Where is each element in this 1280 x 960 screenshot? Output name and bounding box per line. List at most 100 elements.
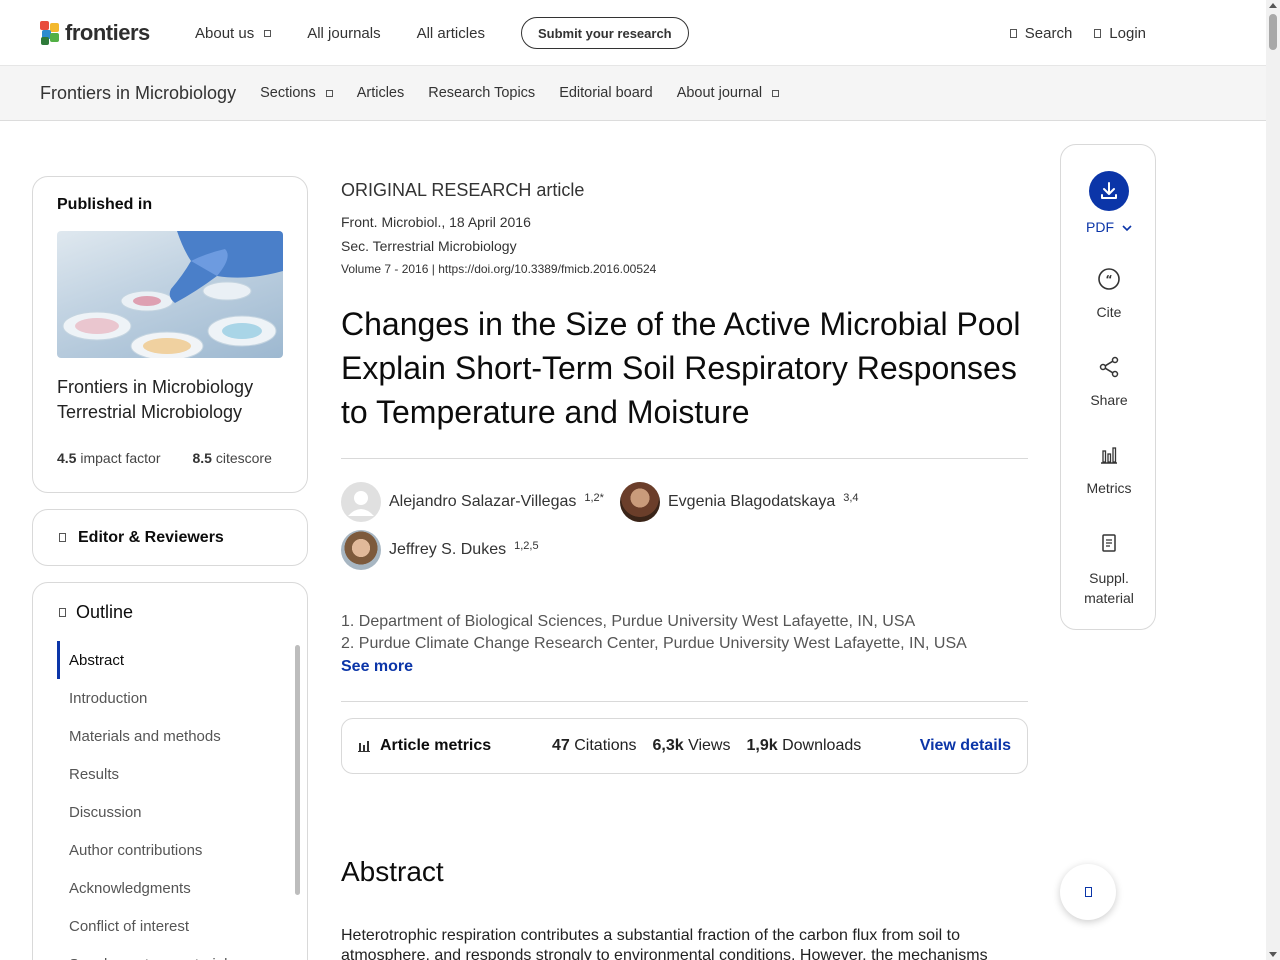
article-title: Changes in the Size of the Active Microb… <box>341 306 1021 430</box>
journal-nav-sections[interactable]: Sections <box>260 85 333 101</box>
outline-item-results[interactable]: Results <box>57 755 287 793</box>
users-icon <box>59 533 66 542</box>
chevron-down-icon <box>264 29 272 37</box>
published-journal-info: Frontiers in Microbiology Terrestrial Mi… <box>57 375 287 425</box>
journal-nav-research-topics[interactable]: Research Topics <box>428 85 535 101</box>
share-label: Share <box>1090 392 1128 408</box>
outline-item-supplementary-material[interactable]: Supplementary material <box>57 945 287 960</box>
see-more-affiliations-link[interactable]: See more <box>341 658 413 676</box>
affiliation-1: 1. Department of Biological Sciences, Pu… <box>341 613 916 630</box>
journal-stats: 4.5 impact factor 8.5 citescore <box>57 450 272 466</box>
impact-factor-stat: 4.5 impact factor <box>57 450 161 466</box>
frontiers-logo-icon <box>40 21 60 45</box>
published-journal-section[interactable]: Terrestrial Microbiology <box>57 400 287 425</box>
divider <box>341 458 1028 459</box>
downloads-value: 1,9k <box>746 737 778 754</box>
nav-label: All journals <box>307 24 381 42</box>
abstract-heading: Abstract <box>341 856 444 887</box>
citescore-value: 8.5 <box>192 450 212 466</box>
journal-nav-label: About journal <box>676 85 763 101</box>
journal-cover-image <box>57 231 283 358</box>
outline-item-discussion[interactable]: Discussion <box>57 793 287 831</box>
arrow-up-icon <box>1084 887 1092 897</box>
nav-all-articles[interactable]: All articles <box>417 25 485 42</box>
document-icon <box>1102 534 1116 552</box>
outline-item-materials-methods[interactable]: Materials and methods <box>57 717 287 755</box>
frontiers-logo[interactable]: frontiers <box>40 20 150 46</box>
author-affiliation-sup: 3,4 <box>843 492 859 504</box>
author-1[interactable]: Alejandro Salazar-Villegas 1,2* <box>341 482 604 522</box>
outline-item-acknowledgments[interactable]: Acknowledgments <box>57 869 287 907</box>
pdf-download-button[interactable]: PDF <box>1061 171 1157 235</box>
article-doi-link[interactable]: https://doi.org/10.3389/fmicb.2016.00524 <box>438 262 656 276</box>
divider <box>341 701 1028 702</box>
logo-text: frontiers <box>65 20 150 45</box>
search-icon <box>1009 28 1017 38</box>
article-metrics-label: Article metrics <box>358 737 552 755</box>
bar-chart-icon <box>1101 447 1117 464</box>
article-type: ORIGINAL RESEARCH article <box>341 180 585 200</box>
article-volume: Volume 7 - 2016 | <box>341 262 435 276</box>
author-affiliation-sup: 1,2,5 <box>514 540 539 552</box>
journal-nav-about-journal[interactable]: About journal <box>676 85 780 101</box>
impact-factor-label: impact factor <box>80 450 161 466</box>
author-name: Evgenia Blagodatskaya <box>668 493 836 510</box>
metrics-button[interactable]: Metrics <box>1061 443 1157 496</box>
page-scrollbar[interactable] <box>1266 0 1280 960</box>
author-2[interactable]: Evgenia Blagodatskaya 3,4 <box>620 482 859 522</box>
nav-label: About us <box>195 24 255 42</box>
scrollbar-thumb[interactable] <box>1269 14 1277 50</box>
author-3[interactable]: Jeffrey S. Dukes 1,2,5 <box>341 530 539 570</box>
outline-scrollbar[interactable] <box>295 645 300 895</box>
citations-stat: 47 Citations <box>552 737 637 755</box>
chevron-down-icon <box>1122 225 1132 232</box>
scroll-to-top-button[interactable] <box>1060 864 1116 920</box>
nav-about-us[interactable]: About us <box>195 24 272 42</box>
editor-reviewers-toggle[interactable]: Editor & Reviewers <box>32 509 308 566</box>
cite-button[interactable]: “ Cite <box>1061 267 1157 320</box>
outline-item-author-contributions[interactable]: Author contributions <box>57 831 287 869</box>
outline-label: Outline <box>76 602 134 622</box>
outline-list: Abstract Introduction Materials and meth… <box>57 641 287 960</box>
suppl-label: Suppl. material <box>1084 570 1134 606</box>
avatar <box>341 530 381 570</box>
outline-header[interactable]: Outline <box>59 602 133 623</box>
downloads-stat: 1,9k Downloads <box>746 737 861 755</box>
pdf-label: PDF <box>1086 219 1115 235</box>
journal-name-link[interactable]: Frontiers in Microbiology <box>40 83 236 104</box>
author-name: Alejandro Salazar-Villegas <box>389 493 577 510</box>
journal-nav-label: Sections <box>260 85 316 101</box>
article-section[interactable]: Sec. Terrestrial Microbiology <box>341 238 517 254</box>
bar-chart-icon <box>358 741 370 752</box>
outline-item-abstract[interactable]: Abstract <box>57 641 287 679</box>
journal-nav-articles[interactable]: Articles <box>357 85 405 101</box>
chevron-down-icon <box>772 89 780 97</box>
scroll-down-icon[interactable] <box>1269 952 1277 957</box>
outline-item-conflict-of-interest[interactable]: Conflict of interest <box>57 907 287 945</box>
citescore-stat: 8.5 citescore <box>193 450 272 466</box>
nav-all-journals[interactable]: All journals <box>307 25 380 42</box>
header-actions: Search Login <box>1009 0 1146 66</box>
supplementary-material-button[interactable]: Suppl. material <box>1061 531 1157 608</box>
view-details-link[interactable]: View details <box>920 737 1011 755</box>
views-stat: 6,3k Views <box>653 737 731 755</box>
login-button[interactable]: Login <box>1094 25 1146 42</box>
impact-factor-value: 4.5 <box>57 450 77 466</box>
search-button[interactable]: Search <box>1009 25 1072 42</box>
published-in-card: Published in Frontiers in Microbiology T… <box>32 176 308 493</box>
share-button[interactable]: Share <box>1061 355 1157 408</box>
submit-research-button[interactable]: Submit your research <box>520 17 689 49</box>
svg-text:“: “ <box>1105 273 1112 286</box>
article-metrics-box: Article metrics 47 Citations 6,3k Views … <box>341 718 1028 774</box>
editor-reviewers-label: Editor & Reviewers <box>78 528 224 546</box>
journal-nav-editorial-board[interactable]: Editorial board <box>559 85 653 101</box>
published-journal-name[interactable]: Frontiers in Microbiology <box>57 375 287 400</box>
metrics-label: Metrics <box>1086 480 1132 496</box>
cite-label: Cite <box>1096 304 1122 320</box>
article-volume-doi: Volume 7 - 2016 | https://doi.org/10.338… <box>341 262 656 276</box>
scroll-up-icon[interactable] <box>1269 3 1277 8</box>
published-in-label: Published in <box>57 196 153 213</box>
outline-item-introduction[interactable]: Introduction <box>57 679 287 717</box>
metrics-label-text: Article metrics <box>380 737 492 754</box>
nav-label: All articles <box>416 24 485 42</box>
